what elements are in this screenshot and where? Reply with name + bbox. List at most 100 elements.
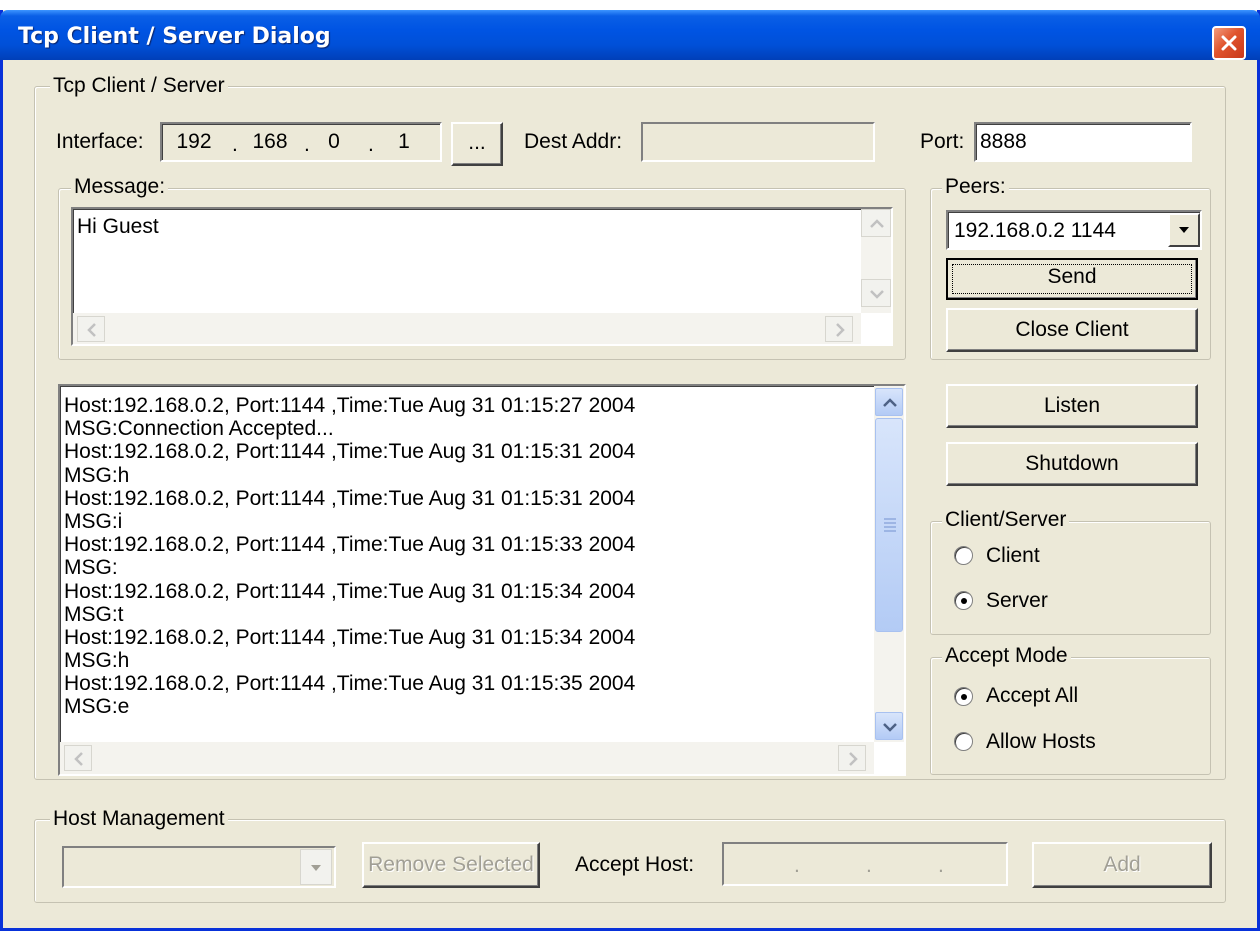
peers-dropdown-button[interactable] xyxy=(1168,213,1200,247)
log-scroll-left[interactable] xyxy=(64,745,92,771)
accept-host-ip-field[interactable]: . . . xyxy=(722,842,1008,886)
log-vscroll[interactable] xyxy=(874,386,904,742)
listen-label: Listen xyxy=(1043,394,1101,417)
log-hscroll[interactable] xyxy=(60,742,874,774)
message-hscroll[interactable] xyxy=(73,313,861,344)
window-title: Tcp Client / Server Dialog xyxy=(18,24,331,49)
log-line: Host:192.168.0.2, Port:1144 ,Time:Tue Au… xyxy=(64,394,636,417)
title-bar[interactable]: Tcp Client / Server Dialog xyxy=(0,10,1260,60)
message-scroll-right[interactable] xyxy=(825,316,853,342)
log-line: MSG:e xyxy=(64,695,130,719)
chevron-down-icon xyxy=(870,290,884,299)
close-client-button[interactable]: Close Client xyxy=(946,308,1198,352)
accept-mode-group xyxy=(930,657,1211,775)
browse-label: ... xyxy=(468,131,486,154)
chevron-left-icon xyxy=(87,323,96,337)
interface-label: Interface: xyxy=(56,130,144,153)
accept-all-radio-label[interactable]: Accept All xyxy=(986,684,1078,708)
peers-select[interactable]: 192.168.0.2 1144 xyxy=(946,210,1202,250)
log-line: MSG: xyxy=(64,556,118,580)
dropdown-arrow-icon xyxy=(311,865,321,871)
client-server-group xyxy=(930,521,1211,635)
client-server-legend: Client/Server xyxy=(942,509,1070,531)
dest-addr-label: Dest Addr: xyxy=(524,130,623,153)
host-select[interactable] xyxy=(62,846,336,888)
host-management-legend: Host Management xyxy=(50,808,228,830)
log-line: Host:192.168.0.2, Port:1144 ,Time:Tue Au… xyxy=(64,672,636,696)
log-scroll-right[interactable] xyxy=(838,745,866,771)
listen-button[interactable]: Listen xyxy=(946,384,1198,428)
remove-selected-button[interactable]: Remove Selected xyxy=(362,842,540,888)
accept-host-dot-3: . xyxy=(938,854,944,877)
log-line: Host:192.168.0.2, Port:1144 ,Time:Tue Au… xyxy=(64,625,636,649)
server-radio-label[interactable]: Server xyxy=(986,589,1048,613)
log-line: Host:192.168.0.2, Port:1144 ,Time:Tue Au… xyxy=(64,486,636,510)
port-label: Port: xyxy=(920,130,965,153)
grip-icon xyxy=(884,518,896,532)
send-button[interactable]: Send xyxy=(946,258,1198,300)
log-line: MSG:h xyxy=(64,463,130,487)
chevron-up-icon xyxy=(870,219,884,228)
close-client-label: Close Client xyxy=(1015,318,1129,341)
log-line: MSG:Connection Accepted... xyxy=(64,417,334,441)
ip-octet-4[interactable]: 1 xyxy=(382,130,426,154)
ip-octet-2[interactable]: 168 xyxy=(248,130,292,154)
ip-octet-3[interactable]: 0 xyxy=(312,130,356,154)
ip-dot-3: . xyxy=(368,133,374,156)
accept-host-dot-2: . xyxy=(866,854,872,877)
host-select-dropdown-button[interactable] xyxy=(300,849,332,885)
client-radio[interactable] xyxy=(954,546,973,565)
accept-all-radio[interactable] xyxy=(954,687,973,706)
ip-dot-2: . xyxy=(304,133,310,156)
interface-ip-field[interactable]: 192 . 168 . 0 . 1 xyxy=(160,122,442,162)
port-input[interactable]: 8888 xyxy=(974,122,1192,162)
allow-hosts-radio[interactable] xyxy=(954,732,973,751)
log-scroll-thumb[interactable] xyxy=(875,418,903,632)
allow-hosts-radio-label[interactable]: Allow Hosts xyxy=(986,730,1096,754)
message-legend: Message: xyxy=(71,176,169,198)
peers-selected-value: 192.168.0.2 1144 xyxy=(954,219,1116,242)
chevron-right-icon xyxy=(849,752,858,766)
chevron-right-icon xyxy=(836,323,845,337)
add-host-button[interactable]: Add xyxy=(1032,842,1212,888)
log-line: Host:192.168.0.2, Port:1144 ,Time:Tue Au… xyxy=(64,579,636,603)
add-host-label: Add xyxy=(1103,853,1141,876)
client-radio-label[interactable]: Client xyxy=(986,544,1040,568)
message-textarea[interactable]: Hi Guest xyxy=(71,207,893,346)
close-icon xyxy=(1221,35,1237,51)
browse-interface-button[interactable]: ... xyxy=(451,122,503,166)
log-line: Host:192.168.0.2, Port:1144 ,Time:Tue Au… xyxy=(64,440,636,464)
message-scroll-down[interactable] xyxy=(861,279,891,307)
message-scroll-up[interactable] xyxy=(861,209,891,237)
message-text: Hi Guest xyxy=(77,215,159,238)
ip-dot-1: . xyxy=(232,133,238,156)
shutdown-label: Shutdown xyxy=(1025,452,1119,475)
log-content: Host:192.168.0.2, Port:1144 ,Time:Tue Au… xyxy=(64,394,874,719)
chevron-left-icon xyxy=(74,752,83,766)
accept-all-radio-dot xyxy=(961,694,967,700)
log-listbox[interactable]: Host:192.168.0.2, Port:1144 ,Time:Tue Au… xyxy=(58,384,906,776)
accept-host-dot-1: . xyxy=(794,854,800,877)
log-scroll-up[interactable] xyxy=(875,388,903,416)
shutdown-button[interactable]: Shutdown xyxy=(946,442,1198,486)
chevron-down-icon xyxy=(883,723,897,732)
accept-host-label: Accept Host: xyxy=(575,853,695,876)
log-scroll-down[interactable] xyxy=(875,712,903,740)
send-focus-ring xyxy=(952,264,1192,294)
chevron-up-icon xyxy=(883,398,897,407)
message-vscroll[interactable] xyxy=(861,209,891,313)
server-radio[interactable] xyxy=(954,591,973,610)
port-value: 8888 xyxy=(980,130,1027,153)
ip-octet-1[interactable]: 192 xyxy=(172,130,216,154)
dropdown-arrow-icon xyxy=(1179,227,1189,233)
log-line: Host:192.168.0.2, Port:1144 ,Time:Tue Au… xyxy=(64,533,636,557)
message-scroll-left[interactable] xyxy=(77,316,105,342)
log-line: MSG:i xyxy=(64,509,123,533)
accept-mode-legend: Accept Mode xyxy=(942,645,1071,667)
close-button[interactable] xyxy=(1212,26,1246,60)
log-line: MSG:h xyxy=(64,649,130,673)
log-line: MSG:t xyxy=(64,602,124,626)
peers-legend: Peers: xyxy=(942,176,1009,198)
dest-addr-field[interactable] xyxy=(641,122,875,162)
server-radio-dot xyxy=(961,598,967,604)
